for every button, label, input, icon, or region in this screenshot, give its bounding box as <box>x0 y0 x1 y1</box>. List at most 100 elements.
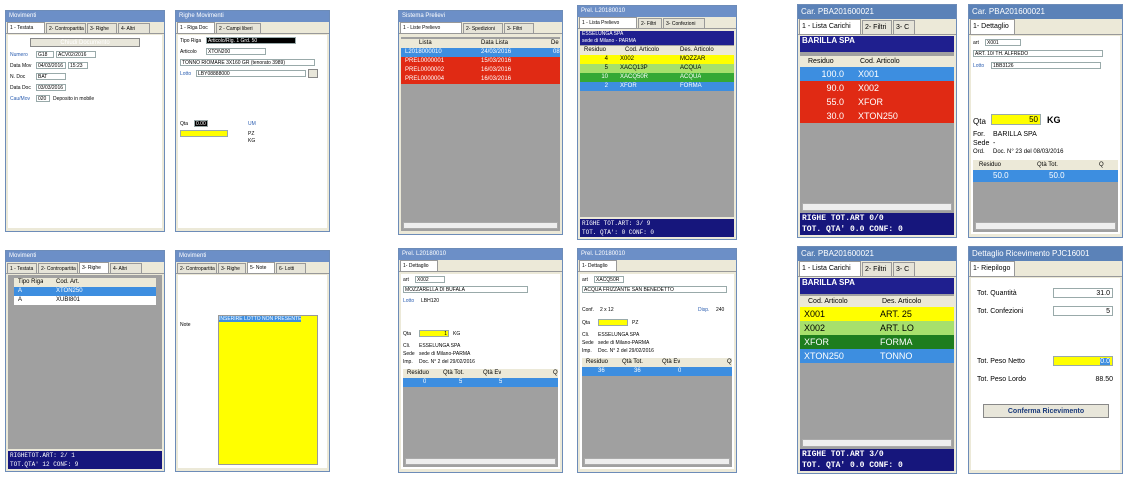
conferma-ricevimento-button[interactable]: Conferma Ricevimento <box>983 404 1109 418</box>
list-item[interactable]: A XUBI801 <box>14 296 156 305</box>
list-item[interactable]: PREL0000001 15/03/2016 <box>401 57 560 66</box>
tab-riga-doc[interactable]: 1 - Riga Doc <box>177 22 215 33</box>
testata-panel: Chiudi Documento Numero G18 ACV02/2016 D… <box>8 35 162 228</box>
tab-lista-prelievo[interactable]: 1 - Lista Prelievo <box>579 17 637 28</box>
horizontal-scrollbar[interactable] <box>802 203 952 211</box>
screen-movimenti-righe: Movimenti 1 - Testata 2- Contropartita 3… <box>5 250 165 472</box>
tab-filtri[interactable]: 3- Filtri <box>504 23 534 33</box>
qta-field[interactable] <box>598 319 628 326</box>
tab-filtri[interactable]: 2- Filtri <box>862 20 892 34</box>
sede-label: Sede <box>582 340 594 346</box>
lotto-field[interactable]: LBY08888000 <box>196 70 306 77</box>
list-item[interactable]: XTON250 TONNO <box>800 349 954 363</box>
list-item[interactable]: X001 ART. 25 <box>800 307 954 321</box>
lotto-select[interactable]: 1BB3126 <box>991 62 1101 69</box>
data-mov-label: Data Mov <box>10 63 32 69</box>
art-label: art <box>582 277 588 283</box>
residuo-table: Residuo Qtà Tot. Qtà Ev Q 36 36 0 <box>582 358 732 467</box>
numero-extra-field[interactable]: ACV02/2016 <box>56 51 96 58</box>
list-item[interactable]: XFOR FORMA <box>800 335 954 349</box>
tab-note[interactable]: 5- Note <box>247 262 275 273</box>
tab-confezioni[interactable]: 3- C <box>893 262 915 276</box>
tab-riepilogo[interactable]: 1- Riepilogo <box>970 261 1015 276</box>
tab-spedizioni[interactable]: 2- Spedizioni <box>463 23 503 33</box>
tab-lista-carichi[interactable]: 1 - Lista Carichi <box>799 19 861 34</box>
tab-dettaglio[interactable]: 1- Dettaglio <box>970 19 1015 34</box>
tab-dettaglio[interactable]: 1- Dettaglio <box>400 260 438 271</box>
art-field[interactable]: X002 <box>415 276 445 283</box>
horizontal-scrollbar[interactable] <box>403 222 558 229</box>
list-item[interactable]: 30.0 XTON250 <box>800 109 954 123</box>
list-item[interactable]: PREL0000004 16/03/2016 <box>401 75 560 84</box>
table-row[interactable]: 36 36 0 <box>582 367 732 376</box>
ora-mov-field[interactable]: 15:23 <box>68 62 88 69</box>
tab-testata[interactable]: 1 - Testata <box>7 22 45 33</box>
list-item[interactable]: PREL0000002 16/03/2016 <box>401 66 560 75</box>
n-doc-field[interactable]: BAT <box>36 73 66 80</box>
list-item[interactable]: 100.0 X001 <box>800 67 954 81</box>
list-item[interactable]: 4 X002 MOZZAR <box>580 55 734 64</box>
data-mov-field[interactable]: 04/03/2016 <box>36 62 66 69</box>
tab-altri[interactable]: 4- Altri <box>118 23 150 33</box>
list-item[interactable]: 90.0 X002 <box>800 81 954 95</box>
cau-mov-field[interactable]: 020 <box>36 95 50 102</box>
tab-contropartita[interactable]: 2- Contropartita <box>38 263 78 273</box>
list-item[interactable]: L2018000010 24/03/2016 08 <box>401 48 560 57</box>
qta-field[interactable]: 1 <box>419 330 449 337</box>
list-item[interactable]: 5 XACQ13P ACQUA <box>580 64 734 73</box>
tab-lista-carichi[interactable]: 1 - Lista Carichi <box>799 261 861 276</box>
tab-lotti[interactable]: 6- Lotti <box>276 263 306 273</box>
tab-filtri[interactable]: 2- Filtri <box>862 262 892 276</box>
qta-label: Qta <box>403 331 412 337</box>
lotto-lookup-button[interactable] <box>308 69 318 78</box>
screen-prelievo-dettaglio-pz: Prel. L20180010 1- Dettaglio art XACQ50R… <box>577 248 737 473</box>
tab-righe[interactable]: 3- Righe <box>87 23 117 33</box>
list-item[interactable]: X002 ART. LO <box>800 321 954 335</box>
tab-altri[interactable]: 4- Altri <box>110 263 142 273</box>
list-item[interactable]: 10 XACQ50R ACQUA <box>580 73 734 82</box>
tab-righe[interactable]: 3- Righe <box>79 262 109 273</box>
tab-contropartita[interactable]: 2- Contropartita <box>177 263 217 273</box>
table-row[interactable]: 0 5 5 <box>403 378 558 387</box>
cell-res: 5 <box>604 65 608 71</box>
cell-cod: X002 <box>620 56 635 62</box>
list-item[interactable]: 2 XFOR FORMA <box>580 82 734 91</box>
horizontal-scrollbar[interactable] <box>405 458 556 465</box>
close-document-button[interactable]: Chiudi Documento <box>30 38 140 47</box>
data-doc-label: Data Doc <box>10 85 31 91</box>
art-field[interactable]: XACQ50R <box>594 276 624 283</box>
sede-value: sede di Milano-PARMA <box>419 351 471 357</box>
tot-peso-netto-field[interactable]: 0.0 <box>1053 356 1113 366</box>
tab-confezioni[interactable]: 3- Confezioni <box>663 18 705 28</box>
qta-field[interactable]: 50 <box>991 114 1041 125</box>
tipo-riga-select[interactable]: Articolo/Rig. 1 Grd. 50 <box>206 37 296 44</box>
list-item[interactable]: 55.0 XFOR <box>800 95 954 109</box>
qta-field[interactable] <box>180 130 228 137</box>
window-title: Dettaglio Ricevimento PJC16001 <box>969 247 1122 261</box>
note-textarea[interactable]: INSERIRE LOTTO NON PRESENTE <box>218 315 318 465</box>
tab-contropartita[interactable]: 2- Contropartita <box>46 23 86 33</box>
qta-small-field[interactable]: 0.00 <box>194 120 208 127</box>
list-item[interactable]: A XTON250 <box>14 287 156 296</box>
horizontal-scrollbar[interactable] <box>975 222 1116 230</box>
cell-res: 90.0 <box>826 83 844 93</box>
tab-dettaglio[interactable]: 1- Dettaglio <box>579 260 617 271</box>
art-field[interactable]: X001 <box>985 39 1021 46</box>
cell-res: 100.0 <box>821 69 844 79</box>
tab-campi-liberi[interactable]: 2 - Campi liberi <box>216 23 261 33</box>
tab-filtri[interactable]: 2- Filtri <box>638 18 662 28</box>
articolo-field[interactable]: XTON200 <box>206 48 266 55</box>
screen-sistema-prelievi: Sistema Prelievi 1 - Liste Prelievo 2- S… <box>398 10 563 235</box>
dettaglio-panel: art X001 ART. 10/ TH. ALFREDO Lotto 1BB3… <box>971 36 1120 234</box>
lotto-value[interactable]: LBH120 <box>421 298 439 304</box>
tab-testata[interactable]: 1 - Testata <box>7 263 37 273</box>
horizontal-scrollbar[interactable] <box>802 439 952 447</box>
tab-liste-prelievo[interactable]: 1 - Liste Prelievo <box>400 22 462 33</box>
data-doc-field[interactable]: 03/03/2016 <box>36 84 66 91</box>
table-row[interactable]: 50.0 50.0 <box>973 170 1118 182</box>
sede-label: Sede <box>973 140 990 147</box>
numero-field[interactable]: G18 <box>36 51 54 58</box>
tab-confezioni[interactable]: 3- C <box>893 20 915 34</box>
horizontal-scrollbar[interactable] <box>584 458 730 465</box>
tab-righe[interactable]: 3- Righe <box>218 263 246 273</box>
